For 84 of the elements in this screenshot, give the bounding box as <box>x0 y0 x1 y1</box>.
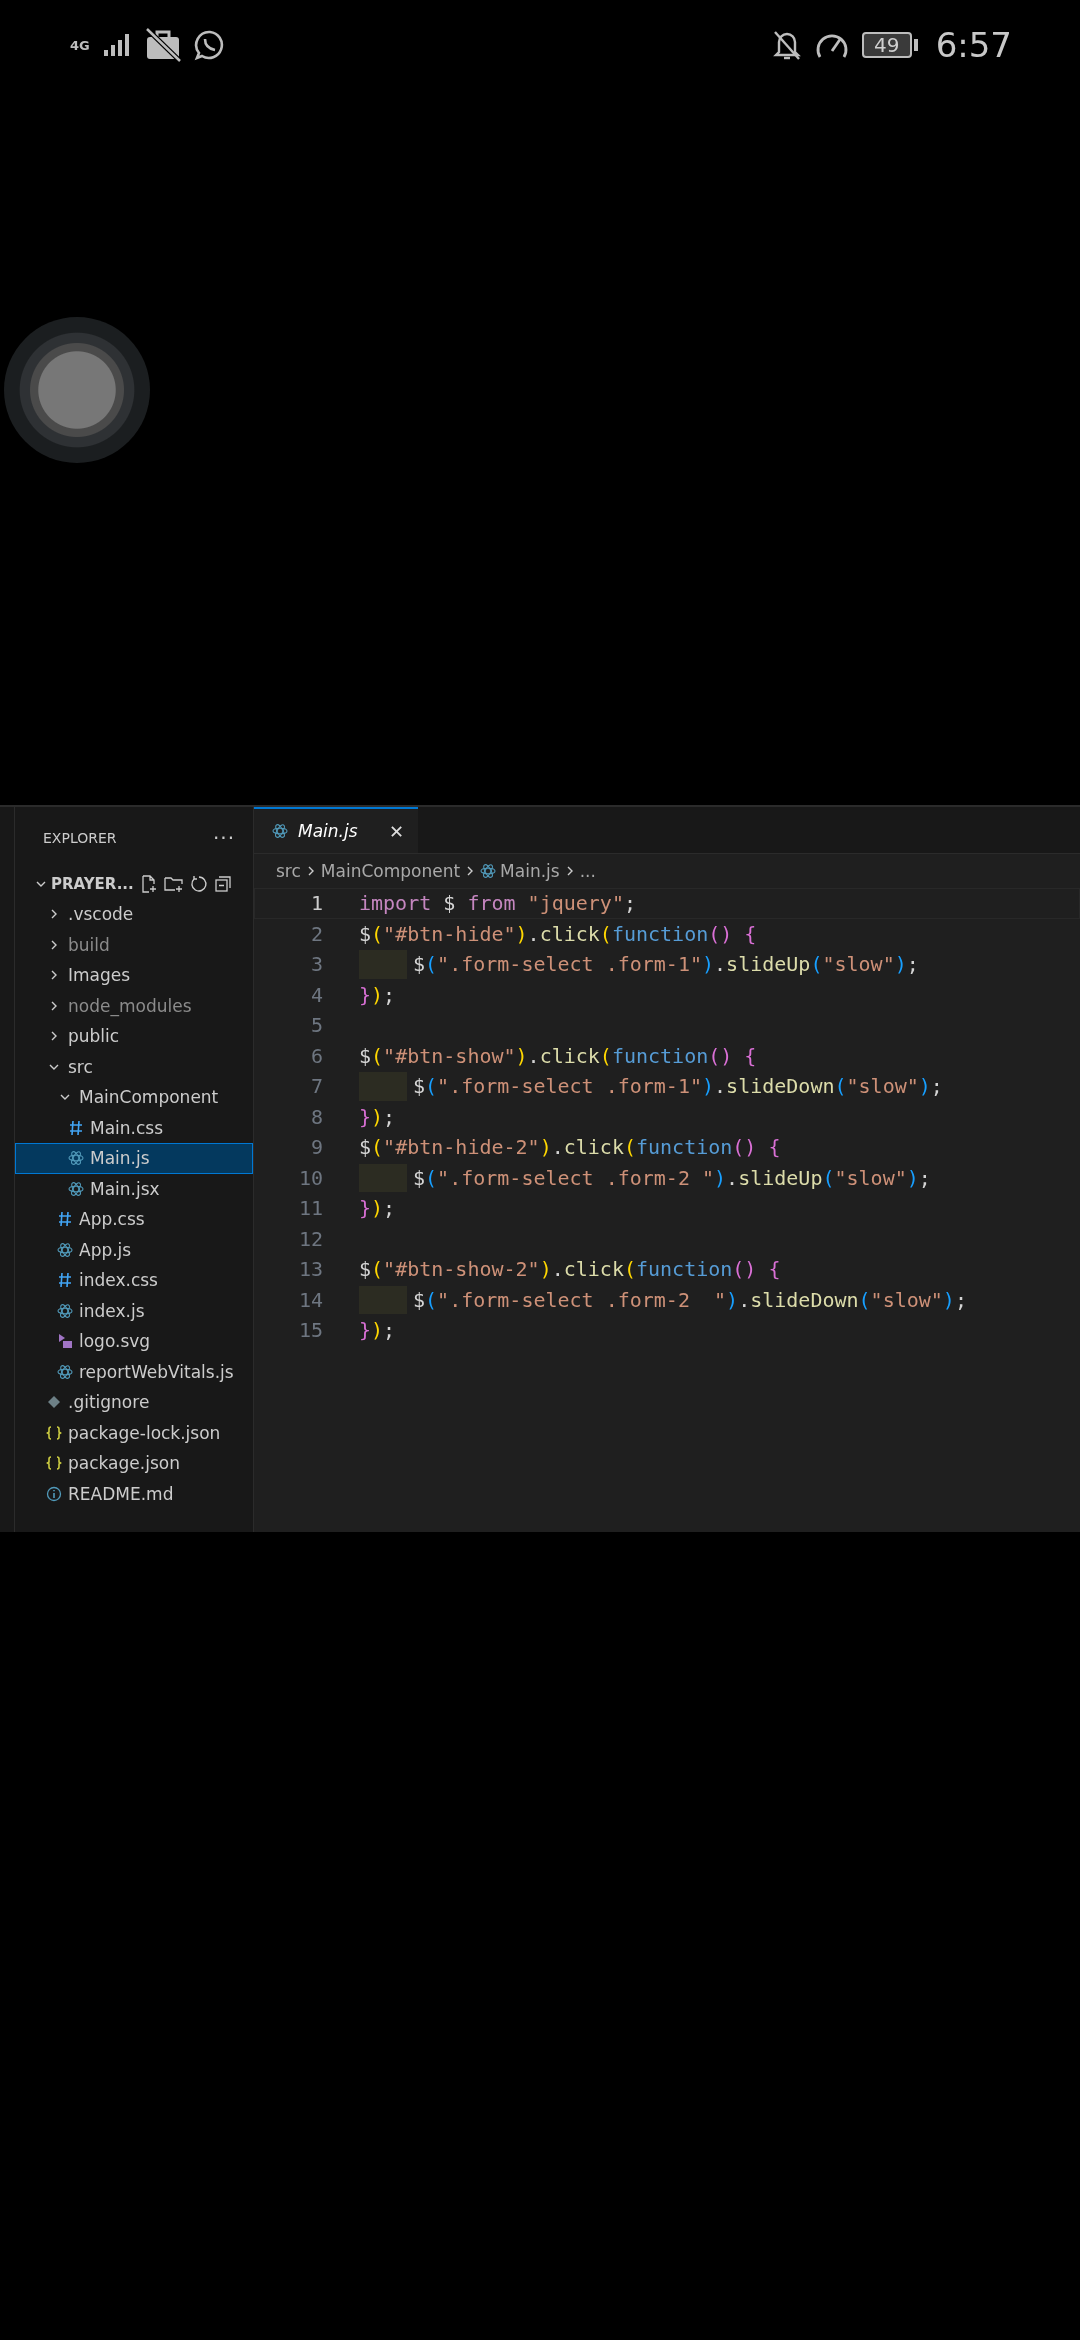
line-number: 9 <box>309 1135 324 1160</box>
code-line: }); <box>359 1103 396 1131</box>
atom-icon <box>57 1241 73 1258</box>
line-number: 4 <box>309 982 324 1007</box>
hash-icon <box>69 1119 83 1136</box>
file-item[interactable]: README.md <box>15 1478 253 1509</box>
chat-bubble-icon <box>193 29 226 61</box>
atom-icon <box>57 1363 73 1380</box>
more-actions-button[interactable]: ··· <box>212 826 235 850</box>
file-item[interactable]: index.css <box>15 1265 253 1296</box>
network-type: 4G <box>70 38 90 52</box>
file-item[interactable]: .gitignore <box>15 1387 253 1418</box>
line-number: 13 <box>297 1257 324 1282</box>
clock-time: 6:57 <box>935 25 1012 65</box>
code-line: }); <box>359 981 396 1009</box>
file-item[interactable]: App.js <box>15 1234 253 1265</box>
battery-indicator: 49 <box>861 32 912 58</box>
bell-off-icon <box>771 29 802 61</box>
explorer-title: EXPLORER <box>43 830 117 846</box>
breadcrumb-item[interactable]: ... <box>579 861 596 881</box>
line-number: 2 <box>309 921 324 946</box>
code-line: }); <box>359 1317 396 1345</box>
line-number: 1 <box>309 891 324 916</box>
line-number: 12 <box>297 1226 324 1251</box>
code-line: import $ from "jquery"; <box>359 890 636 918</box>
diamond-icon <box>47 1395 61 1410</box>
new-folder-icon[interactable] <box>163 875 184 893</box>
close-icon[interactable]: ✕ <box>388 820 404 842</box>
line-number: 3 <box>309 952 324 977</box>
code-line: $("#btn-show-2").click(function() { <box>359 1256 781 1284</box>
file-item[interactable]: package-lock.json <box>15 1417 253 1448</box>
folder-item[interactable]: Images <box>15 960 253 991</box>
line-number: 14 <box>297 1287 324 1312</box>
code-line: $(".form-select .form-2 ").slideDown("slow"); <box>413 1286 967 1314</box>
folder-item[interactable]: build <box>15 929 253 960</box>
new-file-icon[interactable] <box>139 875 158 893</box>
signal-icon <box>101 32 132 58</box>
braces-icon <box>46 1424 62 1441</box>
folder-item[interactable]: .vscode <box>15 899 253 930</box>
atom-icon <box>272 823 288 839</box>
line-number: 11 <box>297 1196 324 1221</box>
collapse-all-icon[interactable] <box>213 875 232 893</box>
atom-icon <box>68 1180 84 1197</box>
line-number: 10 <box>297 1165 324 1190</box>
shapes-icon <box>57 1333 73 1350</box>
code-line: $("#btn-show").click(function() { <box>359 1042 757 1070</box>
folder-item[interactable]: src <box>15 1051 253 1082</box>
code-line: }); <box>359 1195 396 1223</box>
atom-icon <box>68 1150 84 1167</box>
code-line: $(".form-select .form-2 ").slideUp("slow"); <box>413 1164 931 1192</box>
file-item[interactable]: Main.js <box>15 1143 253 1174</box>
file-item[interactable]: App.css <box>15 1204 253 1235</box>
code-line: $("#btn-hide").click(function() { <box>359 920 757 948</box>
line-number: 8 <box>309 1104 324 1129</box>
line-number: 7 <box>309 1074 324 1099</box>
breadcrumb-item[interactable]: MainComponent <box>320 861 461 881</box>
hash-icon <box>58 1272 72 1289</box>
breadcrumb-item[interactable]: Main.js <box>500 861 560 881</box>
file-item[interactable]: logo.svg <box>15 1326 253 1357</box>
project-root[interactable]: PRAYER... <box>15 869 253 899</box>
code-line: $(".form-select .form-1").slideUp("slow"); <box>413 951 919 979</box>
line-number: 6 <box>309 1043 324 1068</box>
line-number: 5 <box>309 1013 324 1038</box>
line-number: 15 <box>297 1318 324 1343</box>
info-icon <box>46 1485 62 1502</box>
code-line: $(".form-select .form-1").slideDown("slow"); <box>413 1073 943 1101</box>
file-item[interactable]: Main.jsx <box>15 1173 253 1204</box>
refresh-icon[interactable] <box>189 875 208 893</box>
battery-tip-icon <box>913 39 918 51</box>
file-item[interactable]: index.js <box>15 1295 253 1326</box>
hash-icon <box>58 1211 72 1228</box>
folder-item[interactable]: public <box>15 1021 253 1052</box>
atom-icon <box>480 863 497 879</box>
folder-item[interactable]: MainComponent <box>15 1082 253 1113</box>
briefcase-off-icon <box>143 28 182 62</box>
file-item[interactable]: reportWebVitals.js <box>15 1356 253 1387</box>
folder-item[interactable]: node_modules <box>15 990 253 1021</box>
editor-tab[interactable]: Main.js ✕ <box>254 807 418 853</box>
braces-icon <box>46 1455 62 1472</box>
breadcrumb-item[interactable]: src <box>276 861 301 881</box>
file-item[interactable]: Main.css <box>15 1112 253 1143</box>
code-line: $("#btn-hide-2").click(function() { <box>359 1134 781 1162</box>
file-item[interactable]: package.json <box>15 1448 253 1479</box>
atom-icon <box>57 1302 73 1319</box>
